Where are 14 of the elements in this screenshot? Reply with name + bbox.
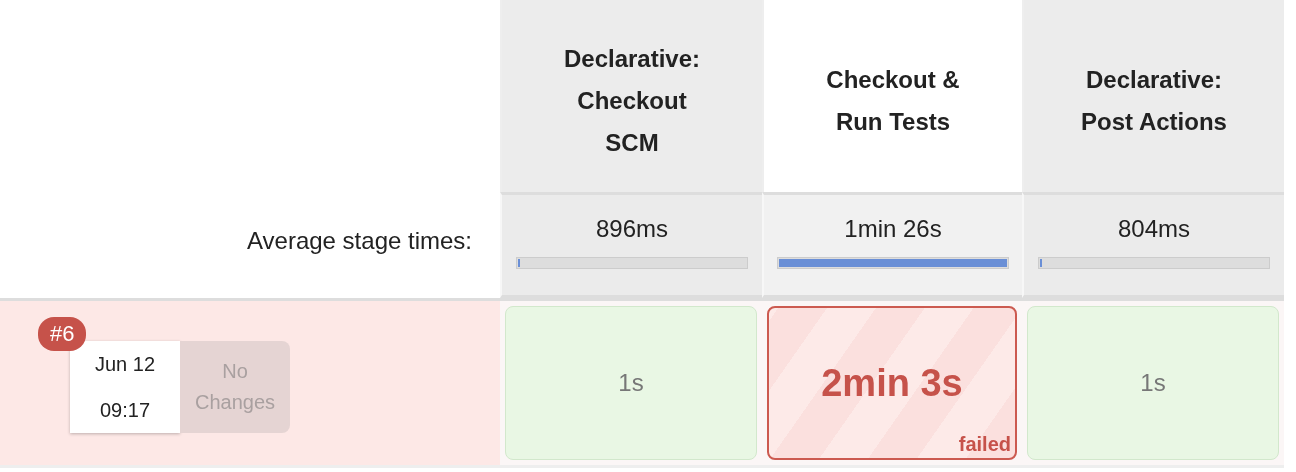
stage-name: Checkout & Run Tests [825,65,961,137]
stage-result-cell[interactable]: 1s [505,306,757,460]
stage-result-cell[interactable]: 1s [1027,306,1279,460]
average-time: 896ms [595,215,668,243]
status-note: failed [958,433,1011,456]
average-label: Average stage times: [247,227,473,256]
build-date: Jun 12 [94,352,156,376]
stage-name: Declarative: Checkout SCM [562,44,702,158]
average-time: 1min 26s [844,215,942,243]
average-time: 804ms [1117,215,1190,243]
build-number-badge[interactable]: #6 [38,317,87,351]
build-time: 09:17 [99,398,151,422]
stage-result-cell[interactable]: 2min 3s failed [767,306,1017,460]
stage-name: Declarative: Post Actions [1080,65,1228,137]
